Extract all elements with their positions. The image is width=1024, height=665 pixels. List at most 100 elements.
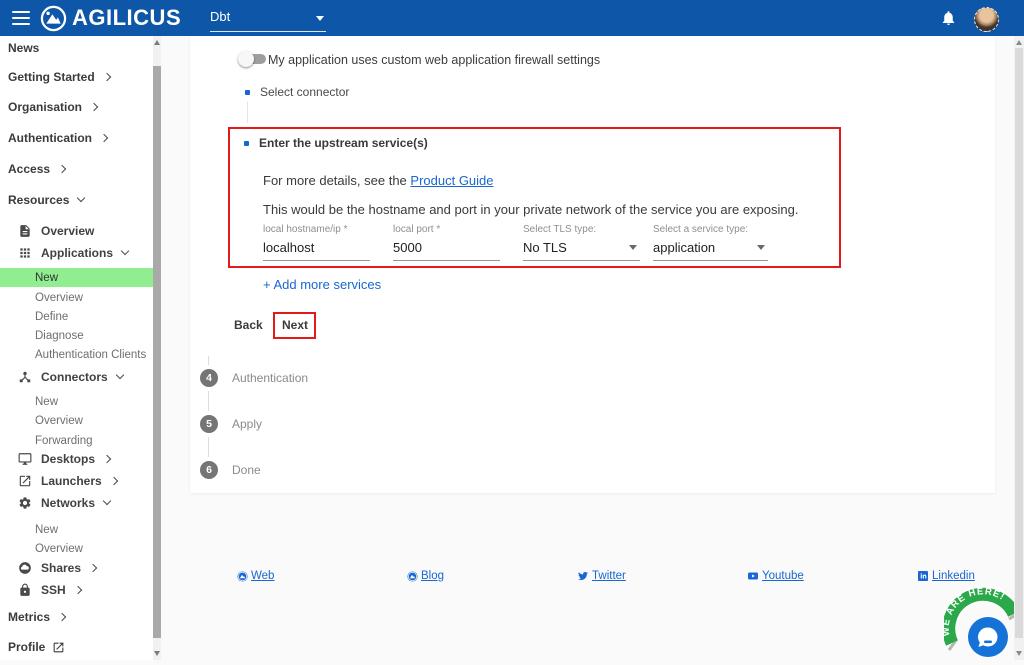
sidebar-item-organisation[interactable]: Organisation — [0, 96, 153, 118]
sidebar-item-applications[interactable]: Applications — [0, 242, 153, 264]
sidebar-item-overview[interactable]: Overview — [0, 411, 153, 430]
field-value[interactable]: 5000 — [393, 240, 500, 261]
sidebar-item-overview[interactable]: Overview — [0, 220, 153, 242]
product-guide-link[interactable]: Product Guide — [410, 173, 493, 188]
sidebar-item-new[interactable]: New — [0, 520, 153, 539]
input-local-port[interactable]: local port *5000 — [393, 224, 500, 261]
menu-icon[interactable] — [12, 11, 30, 25]
details-text: For more details, see the Product Guide — [263, 173, 494, 188]
scroll-down-icon[interactable] — [1016, 651, 1022, 656]
page-scrollbar-thumb[interactable] — [1015, 48, 1023, 638]
scroll-down-icon[interactable] — [154, 651, 160, 656]
wizard-step-done[interactable]: 6Done — [200, 461, 261, 479]
wizard-step-apply[interactable]: 5Apply — [200, 415, 262, 433]
chevron-right-icon — [90, 103, 98, 111]
linkedin-icon — [917, 570, 929, 582]
org-selector[interactable]: Dbt — [210, 6, 326, 32]
details-prefix: For more details, see the — [263, 173, 410, 188]
next-button[interactable]: Next — [275, 314, 314, 337]
footer-link-label: Blog — [421, 570, 444, 582]
desktop-icon — [18, 452, 33, 467]
select-select-tls-type[interactable]: Select TLS type: No TLS — [523, 224, 640, 261]
footer-link-blog[interactable]: Blog — [407, 570, 444, 582]
sidebar-item-profile[interactable]: Profile — [0, 636, 153, 658]
step-bullet-icon — [244, 141, 249, 146]
waf-toggle[interactable] — [238, 51, 268, 67]
sidebar-item-overview[interactable]: Overview — [0, 539, 153, 558]
youtube-icon — [747, 570, 759, 582]
sidebar-item-access[interactable]: Access — [0, 158, 153, 180]
sidebar-item-launchers[interactable]: Launchers — [0, 470, 153, 492]
sidebar-item-connectors[interactable]: Connectors — [0, 366, 153, 388]
sidebar-item-label: Networks — [41, 496, 95, 510]
footer-link-twitter[interactable]: Twitter — [577, 570, 626, 582]
agilicus-icon — [237, 571, 248, 582]
sidebar-item-define[interactable]: Define — [0, 307, 153, 326]
sidebar-item-overview[interactable]: Overview — [0, 288, 153, 307]
sidebar-scrollbar-thumb[interactable] — [153, 66, 161, 638]
document-icon — [18, 224, 33, 239]
sidebar-item-label: Overview — [35, 292, 83, 304]
topbar: AGILICUS Dbt — [0, 0, 1024, 36]
sidebar-item-authentication[interactable]: Authentication — [0, 127, 153, 149]
sidebar-item-networks[interactable]: Networks — [0, 492, 153, 514]
chevron-right-icon — [100, 134, 108, 142]
sidebar-item-shares[interactable]: Shares — [0, 557, 153, 579]
substep-upstream-services[interactable]: Enter the upstream service(s) — [244, 136, 428, 150]
input-local-hostname-ip[interactable]: local hostname/ip *localhost — [263, 224, 370, 261]
chevron-down-icon — [115, 371, 123, 379]
footer-link-youtube[interactable]: Youtube — [747, 570, 804, 582]
select-select-a-service-type[interactable]: Select a service type:application — [653, 224, 768, 261]
step-number-badge: 5 — [200, 415, 218, 433]
footer-link-web[interactable]: Web — [237, 570, 274, 582]
sidebar-item-new[interactable]: New — [0, 392, 153, 411]
substep-select-connector[interactable]: Select connector — [245, 85, 349, 99]
chevron-down-icon — [77, 194, 85, 202]
field-value[interactable]: localhost — [263, 240, 370, 261]
sidebar-item-diagnose[interactable]: Diagnose — [0, 326, 153, 345]
scroll-up-icon[interactable] — [1016, 40, 1022, 45]
launch-icon — [18, 474, 33, 489]
sidebar-item-resources[interactable]: Resources — [0, 189, 153, 211]
wizard-card: My application uses custom web applicati… — [190, 36, 995, 493]
sidebar-item-getting-started[interactable]: Getting Started — [0, 66, 153, 88]
wizard-step-authentication[interactable]: 4Authentication — [200, 369, 308, 387]
hub-icon — [18, 370, 33, 385]
sidebar-item-label: Getting Started — [8, 70, 95, 84]
sidebar-item-authentication-clients[interactable]: Authentication Clients — [0, 345, 153, 364]
sidebar-item-new[interactable]: New — [0, 268, 153, 287]
sidebar-item-desktops[interactable]: Desktops — [0, 448, 153, 470]
sidebar-item-label: Overview — [35, 543, 83, 555]
sidebar-item-label: New — [35, 524, 58, 536]
lock-icon — [18, 583, 33, 598]
step-number-badge: 6 — [200, 461, 218, 479]
avatar[interactable] — [974, 7, 999, 32]
back-button[interactable]: Back — [234, 312, 263, 339]
sidebar-item-news[interactable]: News — [0, 37, 153, 59]
cloud-icon — [18, 561, 33, 576]
page-scrollbar[interactable] — [1014, 36, 1024, 660]
sidebar-item-label: Forwarding — [35, 435, 93, 447]
footer-link-label: Web — [251, 570, 274, 582]
sidebar-scrollbar[interactable] — [153, 36, 161, 660]
sidebar-item-label: Access — [8, 162, 50, 176]
field-value[interactable]: No TLS — [523, 240, 640, 261]
stepper-line — [208, 356, 209, 365]
scroll-up-icon[interactable] — [154, 40, 160, 45]
waf-toggle-label: My application uses custom web applicati… — [268, 53, 600, 67]
chevron-down-icon — [757, 245, 765, 250]
sidebar-item-metrics[interactable]: Metrics — [0, 606, 153, 628]
stepper-line — [247, 102, 248, 123]
footer-link-linkedin[interactable]: Linkedin — [917, 570, 975, 582]
agilicus-icon — [407, 571, 418, 582]
add-more-services-link[interactable]: + Add more services — [263, 277, 381, 292]
step-number-badge: 4 — [200, 369, 218, 387]
sidebar-item-label: Launchers — [41, 474, 102, 488]
field-label: Select TLS type: — [523, 224, 640, 235]
sidebar-item-label: New — [35, 272, 58, 284]
chat-widget[interactable]: WE ARE HERE! — [944, 582, 1022, 660]
chevron-right-icon — [103, 455, 111, 463]
sidebar-item-ssh[interactable]: SSH — [0, 579, 153, 601]
notifications-bell-icon[interactable] — [940, 9, 957, 27]
field-value[interactable]: application — [653, 240, 768, 261]
